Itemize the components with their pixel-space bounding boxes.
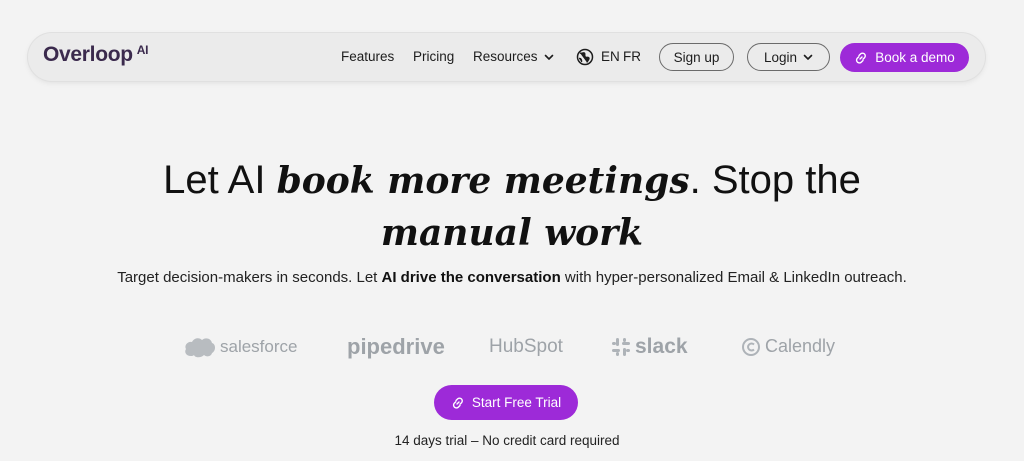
hero-title-emphasis-2: manual work	[380, 212, 644, 254]
salesforce-cloud-icon	[185, 338, 215, 358]
salesforce-logo: salesforce	[184, 336, 297, 358]
logo-text: Overloop	[43, 43, 133, 66]
hero-title-emphasis-1: book more meetings	[276, 160, 690, 202]
signup-button[interactable]: Sign up	[659, 43, 734, 71]
hero-title-part-2: . Stop the	[689, 158, 861, 202]
link-icon	[452, 396, 463, 409]
book-demo-label: Book a demo	[875, 50, 955, 65]
salesforce-label: salesforce	[220, 337, 298, 356]
hero-subtitle-part-1: Target decision-makers in seconds. Let	[117, 269, 382, 286]
chevron-down-icon	[544, 54, 553, 60]
start-free-trial-label: Start Free Trial	[471, 395, 562, 410]
login-button[interactable]: Login	[747, 43, 830, 71]
logo-ai-suffix: AI	[136, 43, 149, 57]
slack-logo: slack	[611, 335, 688, 359]
calendly-label: Calendly	[765, 336, 836, 356]
top-navbar: Overloop AI Features Pricing Resources E…	[28, 33, 985, 81]
nav-link-features-label: Features	[341, 49, 395, 64]
nav-link-pricing[interactable]: Pricing	[413, 49, 454, 64]
start-free-trial-button[interactable]: Start Free Trial	[434, 385, 578, 420]
trial-note: 14 days trial – No credit card required	[394, 433, 620, 448]
nav-link-resources[interactable]: Resources	[473, 49, 554, 64]
chevron-down-icon	[803, 54, 813, 60]
nav-link-features[interactable]: Features	[341, 49, 394, 64]
hero-subtitle: Target decision-makers in seconds. Let A…	[112, 267, 912, 289]
nav-link-pricing-label: Pricing	[413, 49, 455, 64]
hubspot-logo: HubSpot	[489, 336, 563, 358]
hero-title-line-2: manual work	[0, 212, 1024, 252]
globe-icon[interactable]	[576, 48, 594, 66]
calendly-c-icon	[742, 337, 760, 356]
slack-hash-icon	[612, 338, 630, 356]
hero-title-part-1: Let AI	[163, 158, 277, 202]
login-label: Login	[763, 49, 798, 65]
link-icon	[856, 51, 867, 64]
signup-label: Sign up	[673, 49, 720, 65]
calendly-logo: Calendly	[741, 336, 835, 357]
language-en[interactable]: EN	[601, 49, 620, 64]
nav-link-resources-label: Resources	[473, 49, 538, 64]
slack-label: slack	[635, 335, 688, 358]
hero-subtitle-bold: AI drive the conversation	[381, 269, 561, 286]
hubspot-label: HubSpot	[489, 336, 563, 357]
overloop-logo[interactable]: Overloop AI	[43, 43, 149, 67]
hero-subtitle-part-2: with hyper-personalized Email & LinkedIn…	[560, 269, 907, 286]
hero-title-line-1: Let AI book more meetings. Stop the	[0, 160, 1024, 200]
pipedrive-logo: pipedrive	[347, 334, 445, 360]
pipedrive-label: pipedrive	[347, 334, 445, 359]
book-demo-button[interactable]: Book a demo	[840, 43, 969, 72]
language-fr[interactable]: FR	[623, 49, 641, 64]
